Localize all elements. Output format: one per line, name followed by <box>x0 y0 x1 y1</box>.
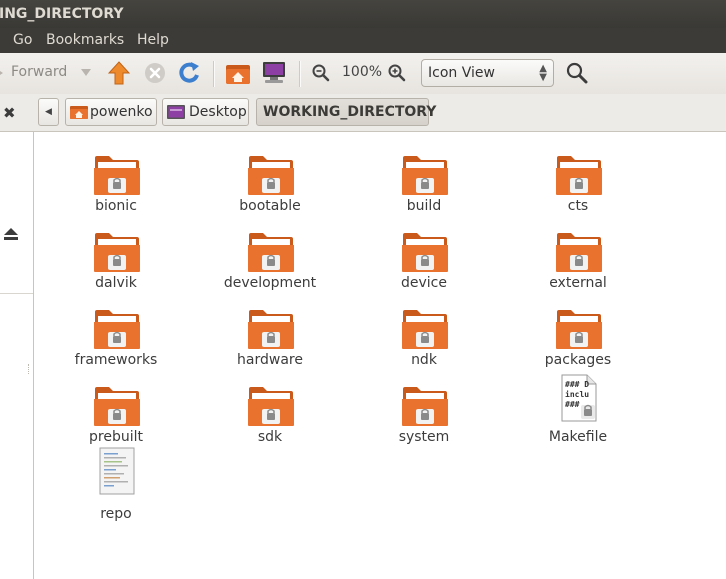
crumb-left-button[interactable]: ◀ <box>38 98 59 126</box>
folder-locked-icon <box>555 154 603 196</box>
file-name: system <box>398 429 450 445</box>
file-name: frameworks <box>74 352 158 368</box>
folder-locked-icon <box>401 154 449 196</box>
zoom-level[interactable]: 100% <box>342 64 382 80</box>
resize-grip[interactable] <box>28 364 32 374</box>
up-arrow-icon[interactable] <box>107 60 131 86</box>
stop-icon[interactable] <box>143 61 167 85</box>
file-item-cts[interactable]: cts <box>523 142 633 214</box>
file-name: build <box>406 198 442 214</box>
makefile-preview-line: ### D <box>565 380 589 389</box>
folder-locked-icon <box>247 308 295 350</box>
window-title: ING_DIRECTORY <box>0 6 124 22</box>
select-arrows-icon: ▲ ▼ <box>539 63 547 83</box>
computer-icon[interactable] <box>261 60 287 86</box>
folder-locked-icon <box>93 308 141 350</box>
folder-locked-icon <box>247 231 295 273</box>
file-item-packages[interactable]: packages <box>523 296 633 368</box>
menu-help[interactable]: Help <box>137 28 169 53</box>
menu-bookmarks[interactable]: Bookmarks <box>46 28 124 53</box>
home-folder-icon[interactable] <box>225 61 251 85</box>
zoom-in-icon[interactable] <box>388 64 406 82</box>
close-sidebar-icon[interactable]: ✖ <box>3 104 16 122</box>
file-item-ndk[interactable]: ndk <box>369 296 479 368</box>
file-name: dalvik <box>95 275 137 291</box>
folder-locked-icon <box>401 308 449 350</box>
file-name: Makefile <box>548 429 608 445</box>
view-mode-label: Icon View <box>428 65 495 81</box>
search-icon[interactable] <box>566 62 588 84</box>
chevron-left-icon: ◀ <box>45 107 52 117</box>
file-item-sdk[interactable]: sdk <box>215 373 325 445</box>
script-file-icon <box>97 446 137 498</box>
file-name: prebuilt <box>89 429 143 445</box>
file-item-hardware[interactable]: hardware <box>215 296 325 368</box>
file-name: sdk <box>257 429 283 445</box>
file-name: development <box>223 275 317 291</box>
makefile-preview-line: ### <box>565 400 580 409</box>
file-name: packages <box>544 352 612 368</box>
file-item-makefile[interactable]: ### D inclu ### Makefile <box>523 373 633 445</box>
file-item-system[interactable]: system <box>369 373 479 445</box>
file-name: hardware <box>237 352 303 368</box>
file-item-development[interactable]: development <box>215 219 325 291</box>
crumb-working-directory[interactable]: WORKING_DIRECTORY <box>256 98 436 126</box>
crumb-label: powenko <box>90 104 153 120</box>
file-name: bionic <box>95 198 137 214</box>
folder-locked-icon <box>555 231 603 273</box>
zoom-out-icon[interactable] <box>312 64 330 82</box>
sidebar <box>0 132 34 579</box>
folder-locked-icon <box>401 231 449 273</box>
file-name: ndk <box>411 352 437 368</box>
makefile-locked-icon: ### D inclu ### <box>559 373 599 425</box>
folder-locked-icon <box>93 385 141 427</box>
file-item-bootable[interactable]: bootable <box>215 142 325 214</box>
eject-icon[interactable] <box>3 226 19 245</box>
file-name: cts <box>567 198 589 214</box>
crumb-label: WORKING_DIRECTORY <box>263 104 437 120</box>
folder-locked-icon <box>93 231 141 273</box>
file-name: device <box>401 275 447 291</box>
forward-arrow-icon[interactable] <box>0 65 8 81</box>
file-item-frameworks[interactable]: frameworks <box>61 296 171 368</box>
crumb-powenko[interactable]: powenko <box>65 98 157 126</box>
sidebar-divider <box>0 293 33 294</box>
toolbar-separator <box>213 61 215 87</box>
menu-bar: Go Bookmarks Help <box>0 28 726 53</box>
file-item-dalvik[interactable]: dalvik <box>61 219 171 291</box>
file-item-repo[interactable]: repo <box>61 447 171 522</box>
file-item-device[interactable]: device <box>369 219 479 291</box>
folder-locked-icon <box>555 308 603 350</box>
folder-locked-icon <box>247 385 295 427</box>
file-name: bootable <box>239 198 301 214</box>
file-name: external <box>549 275 607 291</box>
file-name: repo <box>100 506 132 522</box>
view-mode-select[interactable]: Icon View ▲ ▼ <box>421 59 554 87</box>
folder-locked-icon <box>247 154 295 196</box>
file-item-prebuilt[interactable]: prebuilt <box>61 373 171 445</box>
reload-icon[interactable] <box>177 60 201 86</box>
file-item-build[interactable]: build <box>369 142 479 214</box>
home-folder-icon <box>70 106 88 119</box>
dropdown-arrow-icon[interactable] <box>80 67 92 79</box>
file-item-external[interactable]: external <box>523 219 633 291</box>
toolbar-separator <box>299 61 301 87</box>
crumb-label: Desktop <box>189 104 247 120</box>
toolbar: Forward 100% <box>0 53 726 94</box>
folder-locked-icon <box>93 154 141 196</box>
forward-button[interactable]: Forward <box>11 64 67 80</box>
menu-go[interactable]: Go <box>13 28 32 53</box>
makefile-preview-line: inclu <box>565 389 589 399</box>
desktop-icon <box>167 105 185 119</box>
window-titlebar: ING_DIRECTORY <box>0 0 726 28</box>
file-icon-view: bionic bootable build cts dalvik develop… <box>35 132 726 579</box>
crumb-desktop[interactable]: Desktop <box>162 98 249 126</box>
folder-locked-icon <box>401 385 449 427</box>
file-item-bionic[interactable]: bionic <box>61 142 171 214</box>
